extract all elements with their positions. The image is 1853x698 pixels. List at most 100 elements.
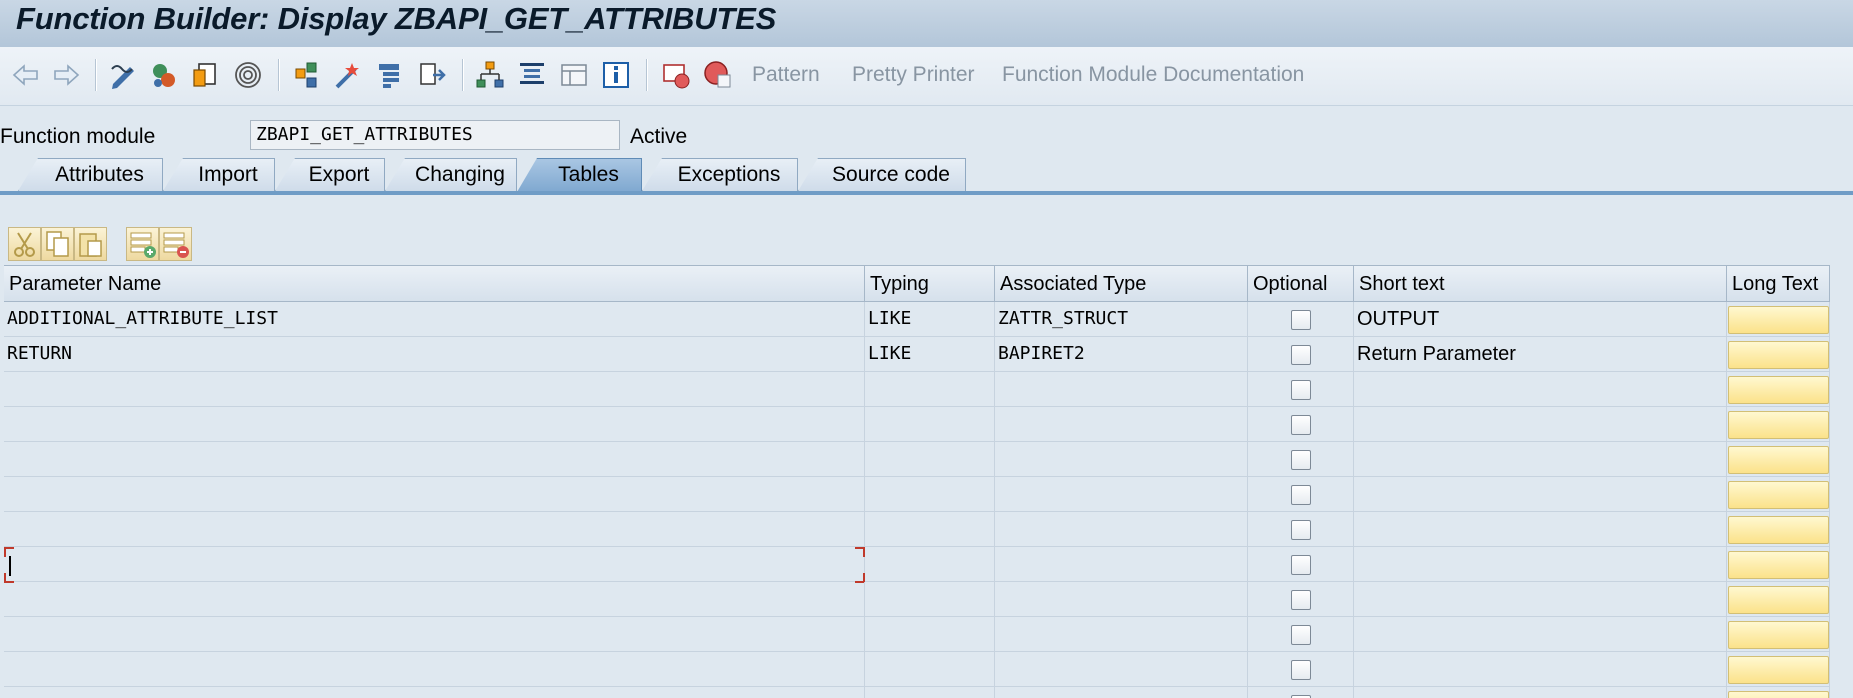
cell-typing[interactable]	[865, 582, 995, 616]
delete-row-icon[interactable]	[159, 227, 192, 261]
cell-typing[interactable]	[865, 687, 995, 698]
cell-short-text[interactable]	[1354, 442, 1727, 476]
column-header-associated-type[interactable]: Associated Type	[995, 266, 1248, 301]
optional-checkbox[interactable]	[1291, 485, 1311, 505]
optional-checkbox[interactable]	[1291, 590, 1311, 610]
copy-icon[interactable]	[41, 227, 74, 261]
cell-short-text[interactable]	[1354, 372, 1727, 406]
tab-import[interactable]: Import	[163, 158, 275, 191]
long-text-button[interactable]	[1728, 516, 1829, 544]
cell-typing[interactable]	[865, 442, 995, 476]
tab-attributes[interactable]: Attributes	[18, 158, 163, 191]
cell-short-text[interactable]	[1354, 477, 1727, 511]
cell-short-text[interactable]	[1354, 582, 1727, 616]
cell-parameter-name[interactable]	[4, 617, 865, 651]
cell-typing[interactable]: LIKE	[865, 337, 995, 371]
paste-icon[interactable]	[74, 227, 107, 261]
long-text-button[interactable]	[1728, 481, 1829, 509]
info-icon[interactable]	[600, 59, 632, 91]
indent-icon[interactable]	[516, 59, 548, 91]
hierarchy-icon[interactable]	[474, 59, 506, 91]
back-arrow-icon[interactable]	[10, 59, 42, 91]
optional-checkbox[interactable]	[1291, 310, 1311, 330]
cell-typing[interactable]	[865, 547, 995, 581]
cell-associated-type[interactable]	[995, 617, 1248, 651]
cell-typing[interactable]	[865, 372, 995, 406]
cell-typing[interactable]	[865, 512, 995, 546]
cell-associated-type[interactable]	[995, 407, 1248, 441]
long-text-button[interactable]	[1728, 551, 1829, 579]
column-header-short-text[interactable]: Short text	[1354, 266, 1727, 301]
cell-typing[interactable]	[865, 652, 995, 686]
long-text-button[interactable]	[1728, 586, 1829, 614]
check-icon[interactable]	[190, 59, 222, 91]
optional-checkbox[interactable]	[1291, 555, 1311, 575]
cell-typing[interactable]	[865, 407, 995, 441]
cell-short-text[interactable]: Return Parameter	[1354, 337, 1727, 371]
optional-checkbox[interactable]	[1291, 345, 1311, 365]
cell-parameter-name[interactable]	[4, 512, 865, 546]
cell-associated-type[interactable]	[995, 547, 1248, 581]
optional-checkbox[interactable]	[1291, 625, 1311, 645]
cell-associated-type[interactable]	[995, 442, 1248, 476]
cell-associated-type[interactable]	[995, 477, 1248, 511]
frame-icon[interactable]	[558, 59, 590, 91]
cell-associated-type[interactable]: BAPIRET2	[995, 337, 1248, 371]
cell-typing[interactable]: LIKE	[865, 302, 995, 336]
tab-export[interactable]: Export	[275, 158, 385, 191]
cut-icon[interactable]	[8, 227, 41, 261]
optional-checkbox[interactable]	[1291, 380, 1311, 400]
cell-associated-type[interactable]	[995, 582, 1248, 616]
cell-short-text[interactable]	[1354, 687, 1727, 698]
cell-short-text[interactable]	[1354, 407, 1727, 441]
other-object-icon[interactable]	[148, 59, 180, 91]
cell-parameter-name[interactable]: ADDITIONAL_ATTRIBUTE_LIST	[4, 302, 865, 336]
long-text-button[interactable]	[1728, 621, 1829, 649]
long-text-button[interactable]	[1728, 446, 1829, 474]
cell-parameter-name[interactable]	[4, 652, 865, 686]
long-text-button[interactable]	[1728, 656, 1829, 684]
cell-parameter-name[interactable]: RETURN	[4, 337, 865, 371]
pattern-button[interactable]: Pattern	[752, 61, 820, 89]
navigation-window-icon[interactable]	[416, 59, 448, 91]
tab-changing[interactable]: Changing	[385, 158, 517, 191]
pretty-printer-button[interactable]: Pretty Printer	[852, 61, 975, 89]
long-text-button[interactable]	[1728, 341, 1829, 369]
optional-checkbox[interactable]	[1291, 415, 1311, 435]
function-module-field[interactable]: ZBAPI_GET_ATTRIBUTES	[250, 120, 620, 150]
cell-typing[interactable]	[865, 477, 995, 511]
optional-checkbox[interactable]	[1291, 520, 1311, 540]
cell-parameter-name[interactable]	[4, 547, 865, 581]
long-text-button[interactable]	[1728, 411, 1829, 439]
cell-parameter-name[interactable]	[4, 687, 865, 698]
cell-associated-type[interactable]	[995, 512, 1248, 546]
forward-arrow-icon[interactable]	[50, 59, 82, 91]
tab-exceptions[interactable]: Exceptions	[642, 158, 798, 191]
cell-parameter-name[interactable]	[4, 372, 865, 406]
cell-short-text[interactable]	[1354, 512, 1727, 546]
cell-associated-type[interactable]	[995, 372, 1248, 406]
activate-icon[interactable]	[232, 59, 264, 91]
column-header-long-text[interactable]: Long Text	[1727, 266, 1830, 301]
column-header-parameter-name[interactable]: Parameter Name	[4, 266, 865, 301]
column-header-typing[interactable]: Typing	[865, 266, 995, 301]
long-text-button[interactable]	[1728, 376, 1829, 404]
cell-associated-type[interactable]	[995, 687, 1248, 698]
cell-associated-type[interactable]: ZATTR_STRUCT	[995, 302, 1248, 336]
cell-parameter-name[interactable]	[4, 442, 865, 476]
cell-associated-type[interactable]	[995, 652, 1248, 686]
cell-parameter-name[interactable]	[4, 407, 865, 441]
cell-parameter-name[interactable]	[4, 477, 865, 511]
cell-short-text[interactable]	[1354, 617, 1727, 651]
display-change-icon[interactable]	[108, 59, 140, 91]
where-used-icon[interactable]	[332, 59, 364, 91]
optional-checkbox[interactable]	[1291, 450, 1311, 470]
cell-short-text[interactable]	[1354, 652, 1727, 686]
long-text-button[interactable]	[1728, 306, 1829, 334]
cell-parameter-name[interactable]	[4, 582, 865, 616]
tab-source-code[interactable]: Source code	[798, 158, 966, 191]
function-module-documentation-button[interactable]: Function Module Documentation	[1002, 61, 1304, 89]
optional-checkbox[interactable]	[1291, 660, 1311, 680]
cell-typing[interactable]	[865, 617, 995, 651]
cell-short-text[interactable]	[1354, 547, 1727, 581]
